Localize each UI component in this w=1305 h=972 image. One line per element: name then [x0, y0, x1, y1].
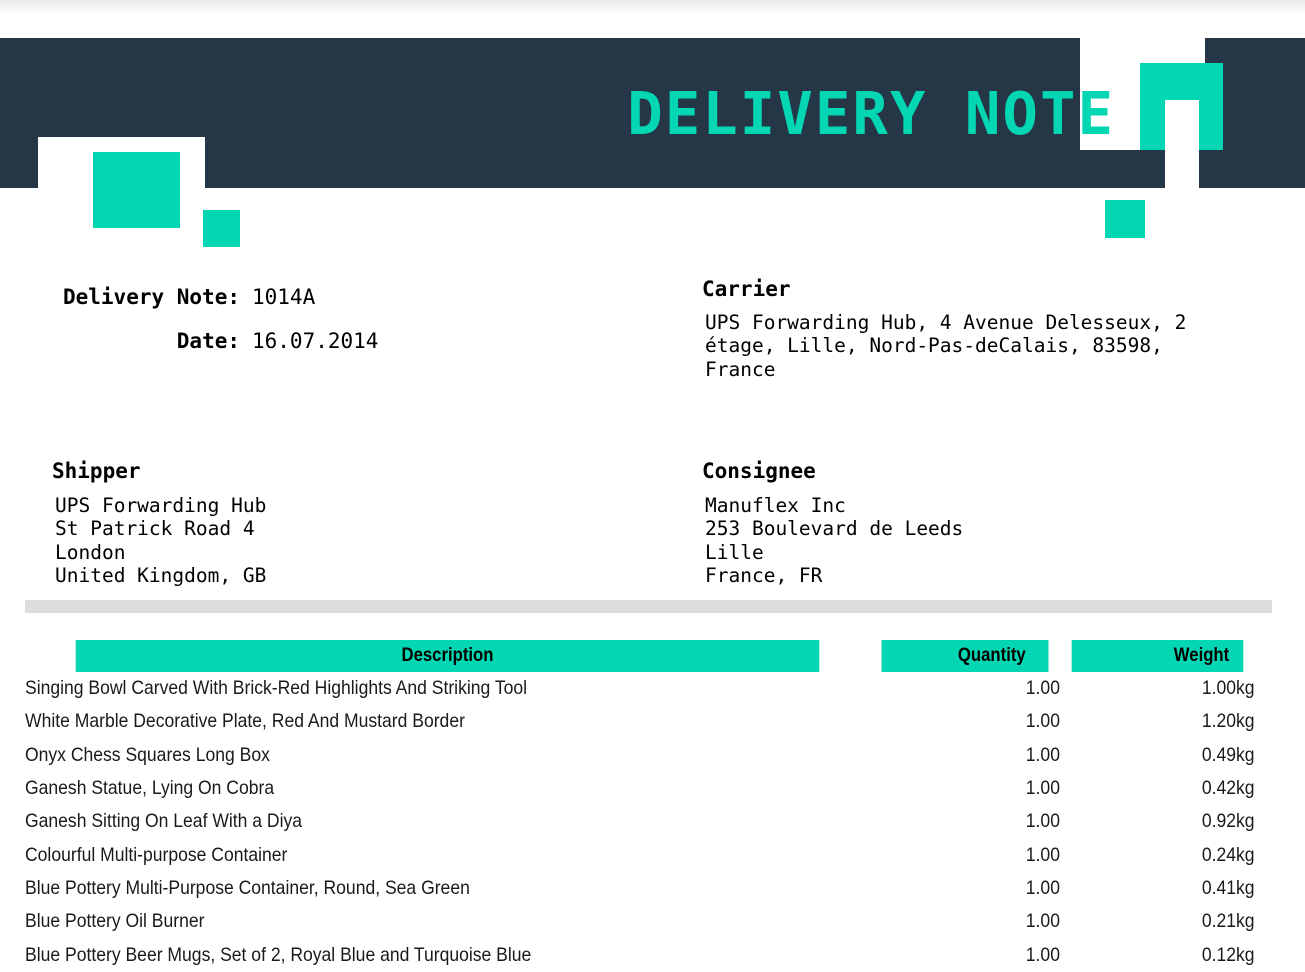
carrier-address: UPS Forwarding Hub, 4 Avenue Delesseux, … — [705, 311, 1199, 381]
address-line: Manuflex Inc — [705, 494, 846, 517]
page-top-edge-shading — [0, 0, 1305, 16]
cell-description: Onyx Chess Squares Long Box — [25, 743, 270, 766]
decor-square-small-left — [203, 210, 240, 247]
cell-quantity: 1.00 — [1025, 743, 1060, 766]
date-label: Date: — [176, 329, 240, 353]
cell-quantity: 1.00 — [1025, 777, 1060, 800]
cell-description: Blue Pottery Multi-Purpose Container, Ro… — [25, 876, 470, 899]
shipper-heading: Shipper — [52, 459, 141, 483]
table-row: Blue Pottery Beer Mugs, Set of 2, Royal … — [25, 938, 1255, 971]
column-header-quantity: Quantity — [881, 640, 1049, 672]
cell-description: Ganesh Statue, Lying On Cobra — [25, 777, 275, 800]
cell-weight: 0.21kg — [1202, 910, 1255, 933]
cell-description: Colourful Multi-purpose Container — [25, 843, 288, 866]
table-row: Blue Pottery Oil Burner 1.00 0.21kg — [25, 905, 1255, 938]
cell-weight: 0.42kg — [1202, 777, 1255, 800]
delivery-meta-block: Delivery Note: 1014A Date: 16.07.2014 — [52, 275, 672, 363]
cell-weight: 0.41kg — [1202, 876, 1255, 899]
address-line: France, FR — [705, 563, 823, 587]
cell-quantity: 1.00 — [1025, 876, 1060, 899]
table-header-row: Description Quantity Weight — [25, 640, 1255, 672]
section-divider — [25, 600, 1272, 613]
carrier-block: Carrier UPS Forwarding Hub, 4 Avenue Del… — [702, 275, 1292, 381]
cell-quantity: 1.00 — [1025, 710, 1060, 733]
cell-description: Ganesh Sitting On Leaf With a Diya — [25, 810, 303, 833]
shipper-block: Shipper UPS Forwarding Hub St Patrick Roa… — [52, 457, 672, 587]
column-header-description: Description — [75, 640, 820, 672]
shipper-address: UPS Forwarding Hub St Patrick Road 4 Londo… — [52, 494, 672, 587]
cell-weight: 0.24kg — [1202, 843, 1255, 866]
cell-weight: 0.12kg — [1202, 943, 1255, 966]
items-table-container: Description Quantity Weight Singing Bowl… — [25, 640, 1255, 972]
header-band-slot — [1165, 150, 1199, 188]
column-header-weight: Weight — [1071, 640, 1244, 672]
decor-square-large-left — [93, 152, 180, 228]
decor-square-small-right — [1105, 200, 1145, 238]
cell-quantity: 1.00 — [1025, 677, 1060, 700]
cell-description: White Marble Decorative Plate, Red And M… — [25, 710, 465, 733]
items-table-body: Singing Bowl Carved With Brick-Red Highl… — [25, 672, 1255, 972]
document-header-banner: DELIVERY NOTE — [0, 38, 1305, 188]
address-line: London — [55, 540, 126, 564]
table-row: Colourful Multi-purpose Container 1.00 0.2… — [25, 838, 1255, 871]
cell-quantity: 1.00 — [1025, 910, 1060, 933]
table-row: Ganesh Statue, Lying On Cobra 1.00 0.42kg — [25, 772, 1255, 805]
cell-weight: 0.92kg — [1202, 810, 1255, 833]
address-line: 253 Boulevard de Leeds — [705, 517, 964, 541]
table-row: Singing Bowl Carved With Brick-Red Highl… — [25, 672, 1255, 705]
table-row: Blue Pottery Multi-Purpose Container, Ro… — [25, 872, 1255, 905]
consignee-address: Manuflex Inc 253 Boulevard de Leeds Lille F… — [702, 494, 1292, 587]
header-teal-block-notch — [1165, 100, 1199, 150]
cell-quantity: 1.00 — [1025, 943, 1060, 966]
carrier-heading: Carrier — [702, 277, 791, 301]
date-row: Date: 16.07.2014 — [52, 319, 672, 363]
date-value: 16.07.2014 — [252, 329, 379, 353]
address-line: UPS Forwarding Hub — [55, 494, 267, 517]
table-row: White Marble Decorative Plate, Red And M… — [25, 705, 1255, 738]
address-line: United Kingdom, GB — [55, 563, 267, 587]
address-line: Lille — [705, 540, 764, 564]
delivery-note-value: 1014A — [252, 285, 316, 309]
address-line: St Patrick Road 4 — [55, 517, 255, 541]
cell-description: Blue Pottery Oil Burner — [25, 910, 205, 933]
cell-description: Blue Pottery Beer Mugs, Set of 2, Royal … — [25, 943, 532, 966]
consignee-block: Consignee Manuflex Inc 253 Boulevard de L… — [702, 457, 1292, 587]
document-info-region: Delivery Note: 1014A Date: 16.07.2014 Ca… — [0, 275, 1305, 607]
cell-quantity: 1.00 — [1025, 843, 1060, 866]
table-row: Onyx Chess Squares Long Box 1.00 0.49kg — [25, 739, 1255, 772]
consignee-heading: Consignee — [702, 459, 816, 483]
cell-description: Singing Bowl Carved With Brick-Red Highl… — [25, 677, 528, 700]
cell-weight: 1.00kg — [1202, 677, 1255, 700]
items-table-header: Description Quantity Weight — [25, 640, 1255, 672]
cell-weight: 0.49kg — [1202, 743, 1255, 766]
delivery-note-label: Delivery Note: — [62, 285, 240, 309]
cell-quantity: 1.00 — [1025, 810, 1060, 833]
table-row: Ganesh Sitting On Leaf With a Diya 1.00 0.… — [25, 805, 1255, 838]
items-table: Description Quantity Weight Singing Bowl… — [25, 640, 1255, 972]
delivery-note-row: Delivery Note: 1014A — [52, 275, 672, 319]
cell-weight: 1.20kg — [1202, 710, 1255, 733]
